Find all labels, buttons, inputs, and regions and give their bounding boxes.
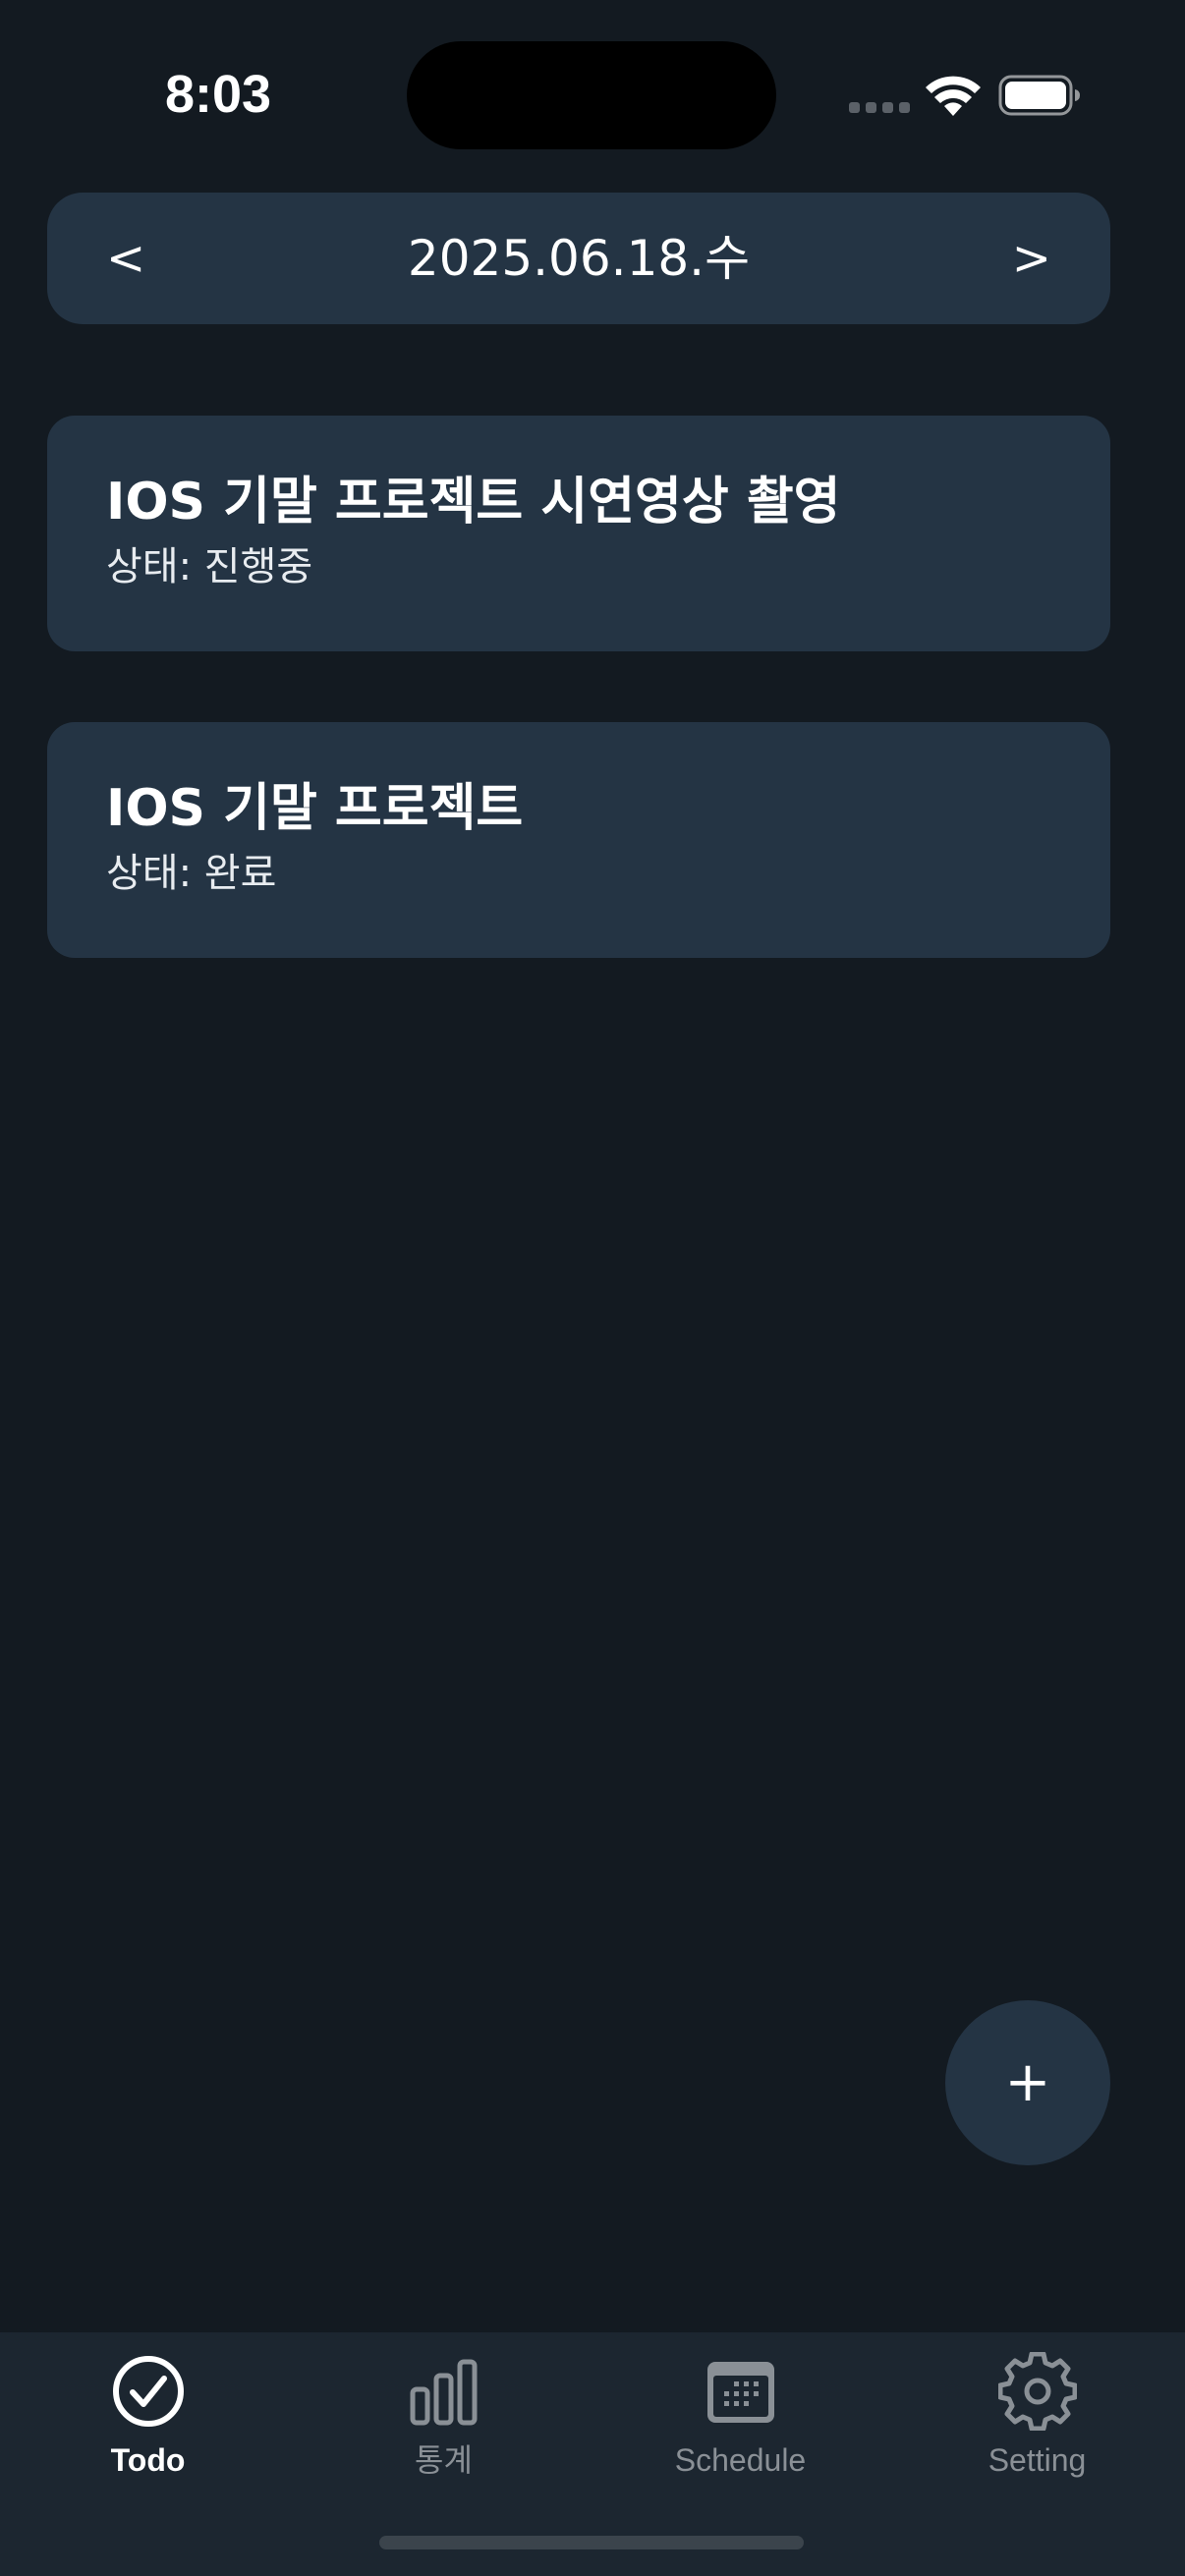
- todo-card[interactable]: IOS 기말 프로젝트 상태: 완료: [47, 722, 1110, 958]
- wifi-icon: [926, 76, 981, 116]
- cellular-signal-icon: [849, 102, 910, 113]
- add-todo-button[interactable]: +: [945, 2000, 1110, 2165]
- calendar-icon: [706, 2362, 774, 2423]
- bar-chart-icon: [410, 2359, 477, 2426]
- todo-status: 상태: 완료: [106, 851, 277, 896]
- tab-schedule[interactable]: Schedule: [592, 2332, 888, 2480]
- tab-label: 통계: [415, 2442, 473, 2478]
- tab-label: Todo: [110, 2442, 186, 2478]
- todo-title: IOS 기말 프로젝트 시연영상 촬영: [106, 473, 841, 532]
- battery-icon: [998, 75, 1080, 116]
- checkmark-circle-icon: [112, 2356, 184, 2427]
- gear-icon: [997, 2352, 1077, 2431]
- next-day-button[interactable]: >: [1012, 193, 1051, 324]
- todo-title: IOS 기말 프로젝트: [106, 779, 524, 838]
- status-time: 8:03: [165, 65, 272, 124]
- current-date-label: 2025.06.18.수: [407, 230, 751, 287]
- tab-statistics[interactable]: 통계: [296, 2332, 592, 2480]
- tab-todo[interactable]: Todo: [0, 2332, 296, 2480]
- tab-label: Setting: [988, 2442, 1087, 2478]
- todo-card[interactable]: IOS 기말 프로젝트 시연영상 촬영 상태: 진행중: [47, 416, 1110, 651]
- tab-setting[interactable]: Setting: [889, 2332, 1185, 2480]
- tab-label: Schedule: [674, 2442, 807, 2478]
- home-indicator: [379, 2536, 804, 2549]
- todo-status: 상태: 진행중: [106, 544, 313, 589]
- dynamic-island: [407, 41, 776, 149]
- date-navigator: < 2025.06.18.수 >: [47, 193, 1110, 324]
